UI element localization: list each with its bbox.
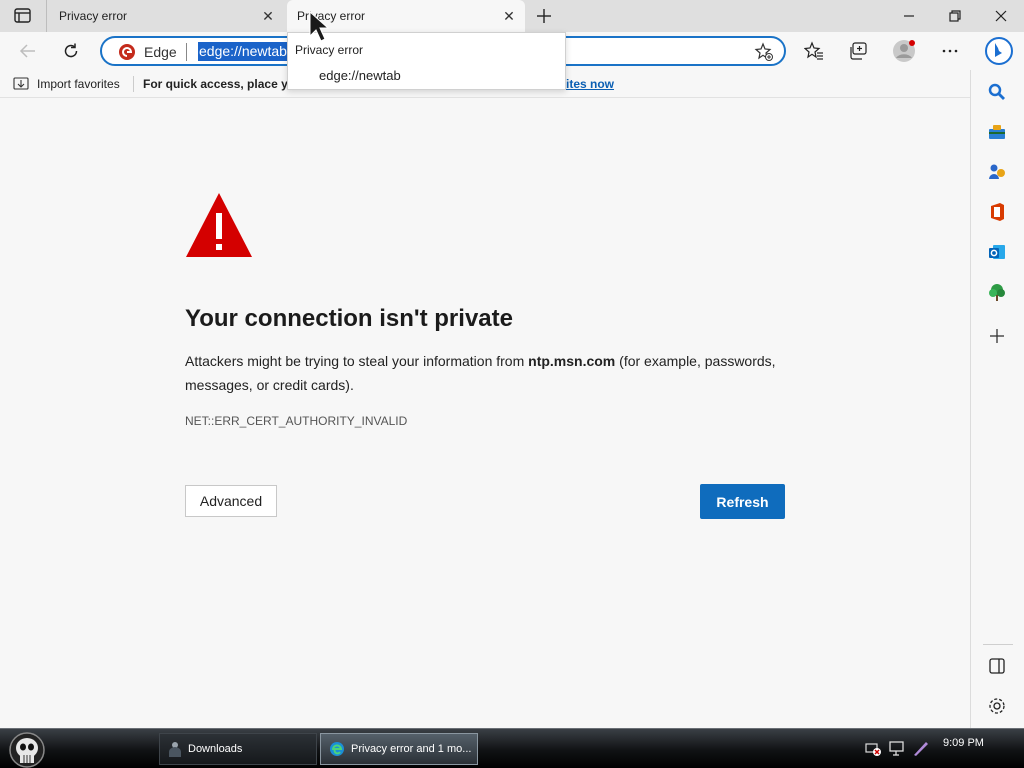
import-icon [13, 77, 29, 90]
favorites-icon [804, 41, 823, 60]
avatar-icon [893, 40, 915, 62]
profile-button[interactable] [890, 38, 918, 64]
taskbar-item-edge[interactable]: Privacy error and 1 mo... [320, 733, 478, 765]
refresh-page-button[interactable]: Refresh [700, 484, 785, 519]
address-brand-label: Edge [144, 44, 177, 60]
taskbar-item-label: Privacy error and 1 mo... [351, 743, 472, 755]
taskbar-item-downloads[interactable]: Downloads [159, 733, 317, 765]
display-icon[interactable] [888, 739, 906, 757]
new-tab-button[interactable] [532, 4, 556, 28]
start-skull-icon[interactable] [4, 731, 50, 768]
address-divider [186, 43, 187, 61]
tree-icon[interactable] [987, 282, 1007, 302]
taskbar: Downloads Privacy error and 1 mo... 9:09… [0, 728, 1024, 768]
collections-button[interactable] [844, 38, 872, 64]
error-description: Attackers might be trying to steal your … [185, 349, 785, 397]
tools-icon[interactable] [987, 122, 1007, 142]
split-screen-icon[interactable] [987, 656, 1007, 676]
close-window-button[interactable] [978, 0, 1024, 32]
downloads-icon [169, 742, 181, 757]
error-host: ntp.msn.com [528, 353, 616, 369]
mouse-cursor-icon [309, 10, 330, 42]
games-icon[interactable] [987, 162, 1007, 182]
hover-card-title: Privacy error [295, 43, 364, 57]
tab-privacy-error-1[interactable]: Privacy error ✕ [46, 0, 284, 32]
tab-close-icon[interactable]: ✕ [260, 8, 276, 24]
refresh-button[interactable] [57, 38, 85, 64]
import-favorites-button[interactable]: Import favorites [13, 76, 120, 92]
manage-favorites-link[interactable]: ites now [566, 77, 614, 91]
more-dots-icon [942, 49, 958, 53]
add-favorite-icon[interactable] [754, 42, 774, 62]
sidebar-divider [983, 644, 1013, 645]
page-title: Your connection isn't private [185, 305, 513, 332]
restore-icon [949, 10, 961, 22]
collections-icon [850, 42, 867, 60]
search-icon[interactable] [987, 82, 1007, 102]
favorites-hint-text: For quick access, place you [143, 77, 303, 91]
pen-icon[interactable] [912, 739, 930, 757]
tab-close-icon[interactable]: ✕ [501, 8, 517, 24]
address-url-text[interactable]: edge://newtab [198, 42, 288, 61]
error-code: NET::ERR_CERT_AUTHORITY_INVALID [185, 414, 408, 428]
taskbar-clock[interactable]: 9:09 PM [943, 737, 984, 749]
add-icon[interactable] [987, 326, 1007, 346]
plus-icon [537, 9, 551, 23]
refresh-icon [64, 43, 78, 58]
tab-actions-icon[interactable] [12, 6, 34, 26]
advanced-button[interactable]: Advanced [185, 485, 277, 517]
error-page: Your connection isn't private Attackers … [0, 99, 970, 728]
import-favorites-label: Import favorites [37, 77, 120, 91]
error-description-prefix: Attackers might be trying to steal your … [185, 353, 529, 369]
office-icon[interactable] [987, 202, 1007, 222]
sidebar [970, 70, 1024, 728]
taskbar-item-label: Downloads [188, 743, 243, 755]
back-arrow-icon [19, 44, 35, 58]
copilot-button[interactable] [982, 34, 1016, 68]
edge-icon [330, 742, 344, 756]
close-icon [995, 10, 1007, 22]
warning-triangle-icon [186, 193, 252, 257]
minimize-icon [904, 15, 914, 17]
favorites-button[interactable] [800, 38, 828, 64]
back-button[interactable] [14, 38, 42, 64]
settings-icon[interactable] [987, 696, 1007, 716]
tab-title: Privacy error [59, 9, 128, 23]
minimize-button[interactable] [886, 0, 932, 32]
site-warning-icon [119, 44, 135, 60]
hover-card-url: edge://newtab [319, 68, 401, 83]
bing-icon [985, 37, 1013, 65]
restore-button[interactable] [932, 0, 978, 32]
favorites-separator [133, 76, 134, 92]
network-status-icon[interactable] [864, 739, 882, 757]
tab-strip: Privacy error ✕ Privacy error ✕ [0, 0, 1024, 32]
outlook-icon[interactable] [987, 242, 1007, 262]
more-button[interactable] [936, 38, 964, 64]
